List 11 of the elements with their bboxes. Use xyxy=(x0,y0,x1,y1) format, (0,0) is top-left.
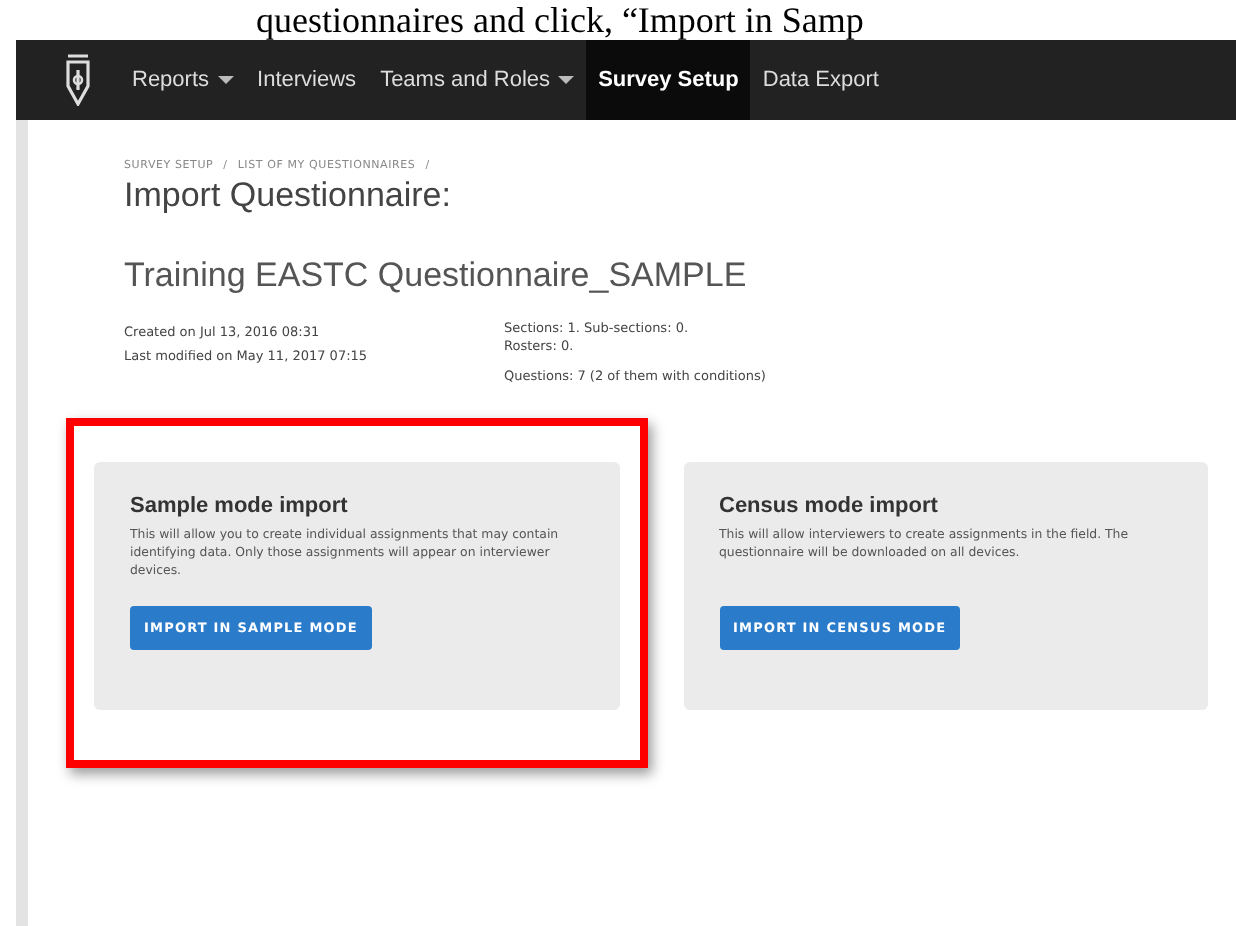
nav-item[interactable]: Data Export xyxy=(750,40,891,120)
nav-item[interactable]: Survey Setup xyxy=(586,40,751,120)
pen-logo-icon[interactable] xyxy=(64,54,92,106)
card-title: Sample mode import xyxy=(130,494,350,518)
questionnaire-title: Training EASTC Questionnaire_SAMPLE xyxy=(124,256,749,296)
nav-item[interactable]: Reports xyxy=(120,40,246,120)
card-title: Census mode import xyxy=(719,494,940,518)
nav-item[interactable]: Interviews xyxy=(245,40,369,120)
nav-item[interactable]: Teams and Roles xyxy=(368,40,587,120)
document-text: questionnaires and click, “Import in Samp xyxy=(254,0,866,40)
page-title: Import Questionnaire: xyxy=(124,176,453,216)
